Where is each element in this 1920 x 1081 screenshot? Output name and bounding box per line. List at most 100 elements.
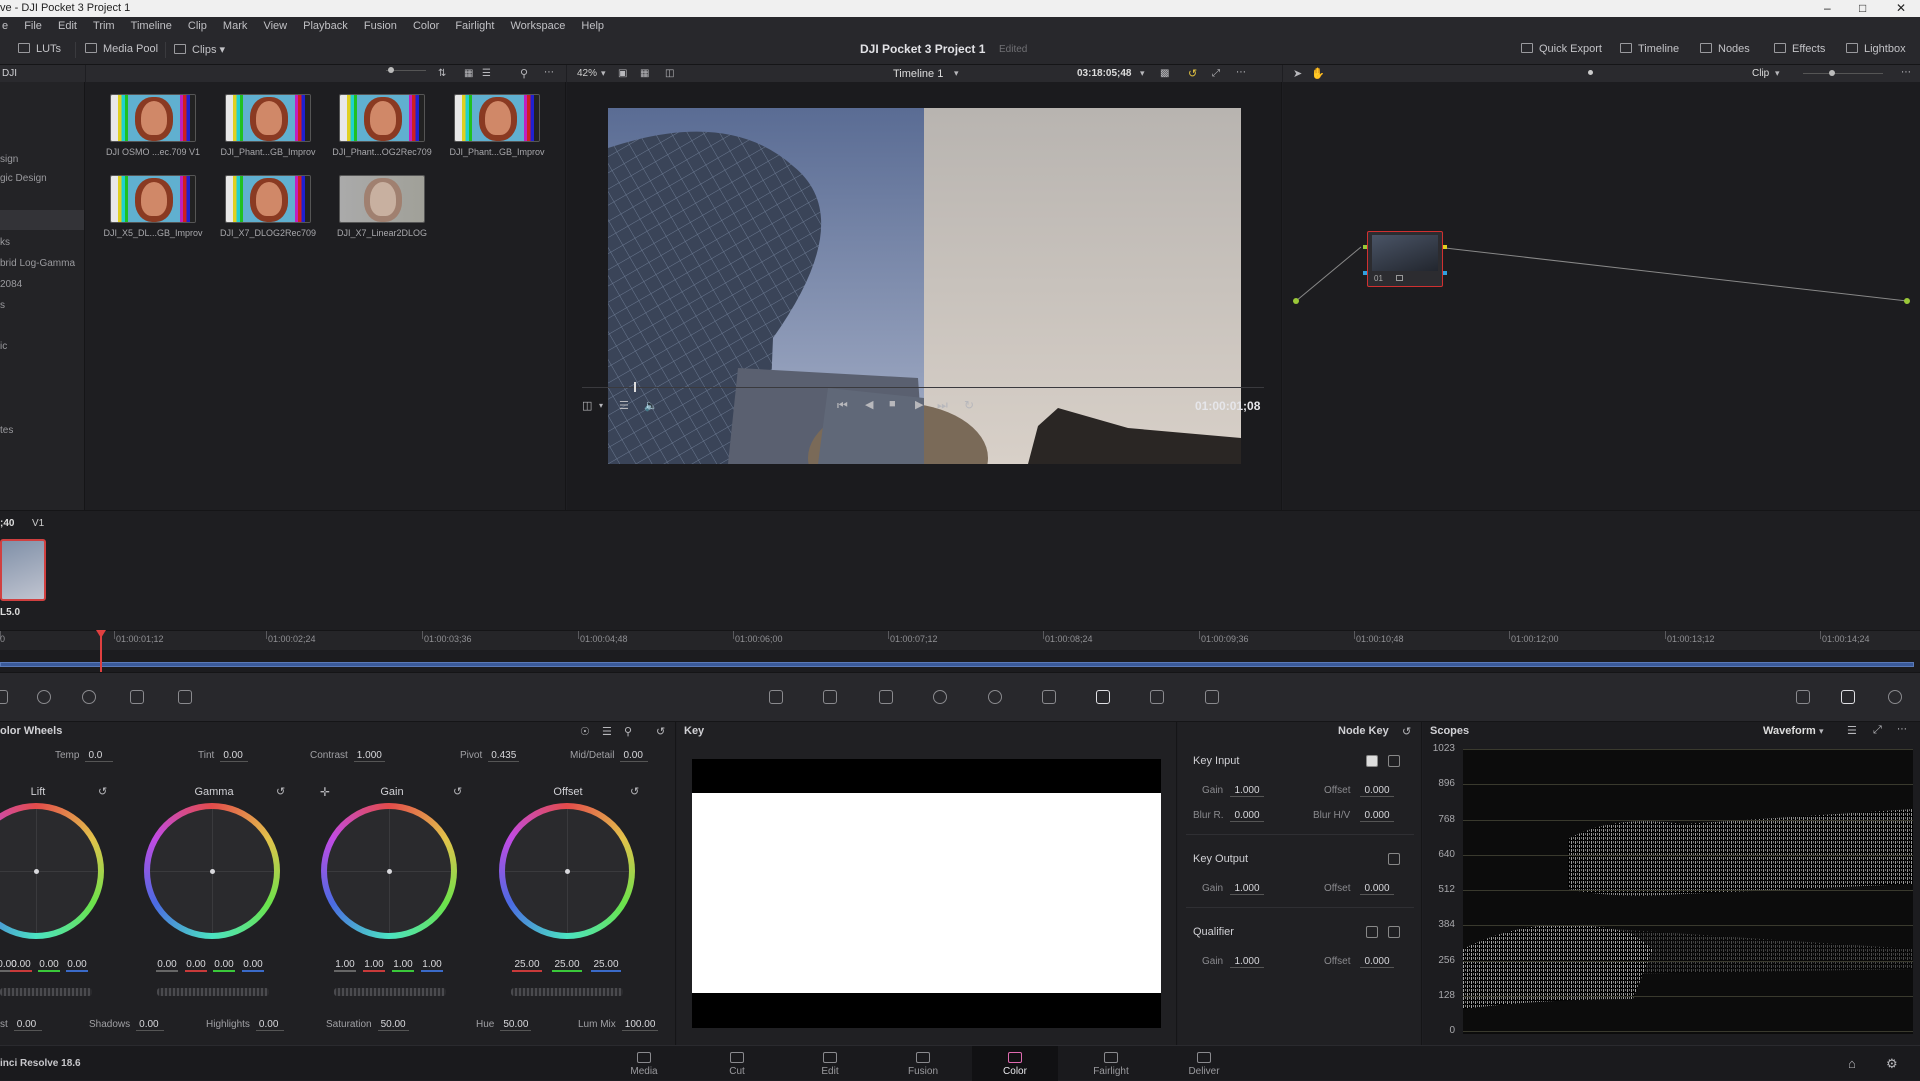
minimize-icon[interactable]: – [1824, 0, 1831, 17]
key-input-gain-value[interactable]: 1.000 [1230, 785, 1264, 797]
tint-param[interactable]: Tint 0.00 [198, 750, 249, 762]
menu-item-help[interactable]: Help [581, 17, 604, 35]
wipe-icon[interactable]: ▦ [640, 68, 649, 79]
lut-thumbnail[interactable] [110, 94, 196, 142]
node-output-rgb[interactable] [1443, 245, 1447, 249]
page-tab-media[interactable]: Media [614, 1046, 674, 1081]
slider-handle[interactable] [388, 67, 394, 73]
tracker-icon[interactable] [988, 690, 1002, 704]
node-input-key[interactable] [1363, 271, 1367, 275]
window-icon[interactable] [933, 690, 947, 704]
chevron-down-icon[interactable]: ▾ [601, 68, 606, 79]
reset-icon[interactable]: ↺ [1402, 725, 1411, 738]
reset-icon[interactable]: ↺ [276, 785, 285, 798]
page-tab-cut[interactable]: Cut [707, 1046, 767, 1081]
chevron-down-icon[interactable]: ▾ [1819, 726, 1824, 737]
lum-mix-param[interactable]: Lum Mix 100.00 [578, 1019, 659, 1031]
media-pool-button[interactable]: Media Pool [85, 43, 158, 55]
lut-thumbnail[interactable] [454, 94, 540, 142]
gain-g-value[interactable]: 1.00 [392, 959, 414, 972]
viewer-mode-icon[interactable]: ▣ [618, 68, 627, 79]
primaries-bars-icon[interactable]: ☰ [602, 725, 612, 738]
offset-wheel[interactable] [499, 803, 635, 939]
shadows-param[interactable]: Shadows 0.00 [89, 1019, 165, 1031]
viewer-image[interactable] [608, 108, 1241, 464]
zoom-dropdown[interactable]: 42% [577, 68, 597, 79]
lut-folder-item[interactable]: sign [0, 154, 18, 165]
key-output-offset-value[interactable]: 0.000 [1360, 883, 1394, 895]
menu-item-color[interactable]: Color [413, 17, 439, 35]
nodes-toggle-button[interactable]: Nodes [1700, 43, 1750, 55]
node-output-key[interactable] [1443, 271, 1447, 275]
color-wheels-palette-icon[interactable] [37, 690, 51, 704]
pivot-param[interactable]: Pivot 0.435 [460, 750, 520, 762]
sort-icon[interactable]: ⇅ [438, 68, 446, 79]
search-icon[interactable]: ⚲ [520, 67, 528, 80]
key-icon[interactable] [1150, 690, 1164, 704]
qualifier-invert-icon[interactable] [1366, 926, 1378, 938]
scrub-bar[interactable] [582, 387, 1264, 388]
page-tab-color[interactable]: Color [972, 1046, 1058, 1081]
color-boost-value[interactable]: 0.00 [13, 1019, 42, 1031]
pivot-value[interactable]: 0.435 [488, 750, 520, 762]
hdr-palette-icon[interactable] [82, 690, 96, 704]
lut-thumbnail[interactable] [339, 94, 425, 142]
lut-folder-item[interactable]: gic Design [0, 173, 47, 184]
menu-item-file[interactable]: File [24, 17, 42, 35]
reset-icon[interactable]: ↺ [453, 785, 462, 798]
menu-item-workspace[interactable]: Workspace [511, 17, 566, 35]
qualifier-offset-value[interactable]: 0.000 [1360, 956, 1394, 968]
viewer-options-icon[interactable]: ◫ [582, 399, 592, 412]
volume-icon[interactable]: 🔈 [644, 399, 658, 412]
magic-mask-icon[interactable] [1042, 690, 1056, 704]
menu-item-mark[interactable]: Mark [223, 17, 247, 35]
mid-detail-value[interactable]: 0.00 [620, 750, 649, 762]
gamma-g-value[interactable]: 0.00 [213, 959, 235, 972]
clips-button[interactable]: Clips ▾ [174, 43, 225, 56]
gain-master-wheel[interactable] [334, 988, 446, 996]
menu-item-davinci[interactable]: e [2, 17, 8, 35]
page-tab-fairlight[interactable]: Fairlight [1081, 1046, 1141, 1081]
quick-export-button[interactable]: Quick Export [1521, 43, 1602, 55]
home-icon[interactable]: ⌂ [1848, 1056, 1856, 1071]
contrast-value[interactable]: 1.000 [353, 750, 385, 762]
key-output-mask-icon[interactable] [1388, 853, 1400, 865]
fullscreen-icon[interactable]: ⤢ [1212, 68, 1220, 79]
log-wheels-icon[interactable]: ⚲ [624, 725, 632, 738]
more-options-icon[interactable]: ⋯ [544, 67, 554, 78]
scopes-toggle-icon[interactable] [1841, 690, 1855, 704]
lut-thumbnail[interactable] [225, 94, 311, 142]
lift-master-wheel[interactable] [0, 988, 92, 996]
lut-folder-item[interactable]: ic [0, 341, 7, 352]
timeline-toggle-button[interactable]: Timeline [1620, 43, 1679, 55]
layers-icon[interactable]: ☰ [619, 399, 629, 412]
qualifier-gain-value[interactable]: 1.000 [1230, 956, 1264, 968]
lift-b-value[interactable]: 0.00 [66, 959, 88, 972]
key-input-invert-icon[interactable] [1366, 755, 1378, 767]
gamma-master-wheel[interactable] [157, 988, 269, 996]
lift-g-value[interactable]: 0.00 [38, 959, 60, 972]
luts-button[interactable]: LUTs [18, 43, 61, 55]
menu-item-fairlight[interactable]: Fairlight [455, 17, 494, 35]
lut-thumbnail[interactable] [225, 175, 311, 223]
hue-param[interactable]: Hue 50.00 [476, 1019, 532, 1031]
menu-item-view[interactable]: View [263, 17, 287, 35]
gain-r-value[interactable]: 1.00 [363, 959, 385, 972]
menu-item-clip[interactable]: Clip [188, 17, 207, 35]
lut-folder-item[interactable]: brid Log-Gamma [0, 258, 75, 269]
lightbox-button[interactable]: Lightbox [1846, 43, 1906, 55]
saturation-value[interactable]: 50.00 [377, 1019, 409, 1031]
gamma-r-value[interactable]: 0.00 [185, 959, 207, 972]
menu-item-trim[interactable]: Trim [93, 17, 115, 35]
menu-item-edit[interactable]: Edit [58, 17, 77, 35]
color-boost-param[interactable]: st 0.00 [0, 1019, 42, 1031]
info-icon[interactable] [1888, 690, 1902, 704]
play-icon[interactable]: ▶ [915, 398, 923, 411]
go-to-start-icon[interactable]: ⏮ [837, 398, 848, 413]
key-input-offset-value[interactable]: 0.000 [1360, 785, 1394, 797]
node-editor[interactable]: ➤ ✋ Clip ▾ ⋯ 01 [1283, 65, 1920, 510]
video-track[interactable] [0, 650, 1920, 672]
qualifier-icon[interactable] [879, 690, 893, 704]
gamma-y-value[interactable]: 0.00 [156, 959, 178, 972]
saturation-param[interactable]: Saturation 50.00 [326, 1019, 409, 1031]
